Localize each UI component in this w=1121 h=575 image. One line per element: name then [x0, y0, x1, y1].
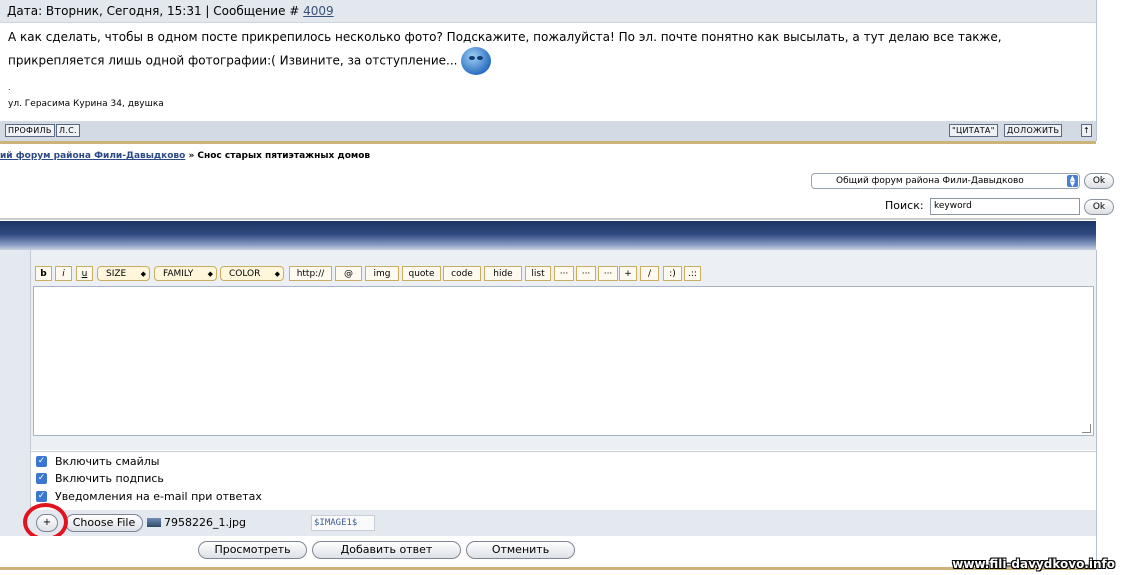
- quote-button[interactable]: "ЦИТАТА": [949, 124, 998, 137]
- italic-button[interactable]: i: [55, 266, 72, 281]
- quote-tag-button[interactable]: quote: [402, 266, 441, 281]
- select-arrows-icon: ◆: [207, 270, 213, 278]
- hide-button[interactable]: hide: [484, 266, 522, 281]
- search-input[interactable]: keyword: [930, 198, 1080, 215]
- email-button[interactable]: @: [335, 266, 362, 281]
- align-right-button[interactable]: ···: [598, 266, 618, 281]
- watermark: www.fili-davydkovo.info: [952, 557, 1115, 571]
- more-button[interactable]: .::: [684, 266, 701, 281]
- select-arrows-icon: ◆: [274, 270, 280, 278]
- pm-button[interactable]: Л.С.: [56, 124, 80, 137]
- message-number-link[interactable]: 4009: [303, 4, 334, 18]
- size-select-label: SIZE: [106, 269, 127, 279]
- post-signature: ул. Герасима Курина 34, двушка: [8, 99, 164, 109]
- divider: [0, 218, 1096, 220]
- reply-form-header: [0, 221, 1096, 250]
- signature-checkbox[interactable]: ✓: [36, 473, 47, 484]
- img-button[interactable]: img: [365, 266, 399, 281]
- align-center-button[interactable]: ···: [576, 266, 596, 281]
- breadcrumb-forum-link[interactable]: ий форум района Фили-Давыдково: [0, 151, 185, 161]
- signature-label: Включить подпись: [55, 472, 164, 485]
- divider: [0, 141, 1096, 144]
- to-top-icon[interactable]: ↑: [1081, 124, 1093, 137]
- choose-file-button[interactable]: Choose File: [65, 514, 143, 532]
- post-footer: ПРОФИЛЬ Л.С. "ЦИТАТА" ДОЛОЖИТЬ ↑: [0, 121, 1096, 141]
- slash-button[interactable]: /: [640, 266, 659, 281]
- post-message: А как сделать, чтобы в одном посте прикр…: [8, 27, 1078, 75]
- family-select-label: FAMILY: [163, 269, 194, 279]
- profile-button[interactable]: ПРОФИЛЬ: [5, 124, 55, 137]
- breadcrumb-topic: Снос старых пятиэтажных домов: [197, 151, 371, 161]
- divider: [0, 567, 1096, 570]
- family-select[interactable]: FAMILY ◆: [154, 266, 217, 281]
- search-ok-button[interactable]: Ok: [1084, 199, 1114, 215]
- sad-smiley-icon: [461, 47, 492, 75]
- bold-button[interactable]: b: [35, 266, 52, 281]
- preview-button[interactable]: Просмотреть: [198, 541, 307, 559]
- smiles-button[interactable]: :): [663, 266, 682, 281]
- smiles-label: Включить смайлы: [55, 455, 160, 468]
- file-name: 7958226_1.jpg: [164, 516, 247, 529]
- notify-label: Уведомления на e-mail при ответах: [55, 490, 262, 503]
- post-date: Дата: Вторник, Сегодня, 15:31 | Сообщени…: [7, 4, 304, 18]
- message-textarea[interactable]: [33, 286, 1094, 436]
- align-left-button[interactable]: ···: [554, 266, 574, 281]
- breadcrumb-separator: »: [185, 151, 198, 161]
- search-label: Поиск:: [885, 199, 924, 212]
- forum-select-value: Общий форум района Фили-Давыдково: [836, 176, 1024, 186]
- size-select[interactable]: SIZE ◆: [97, 266, 150, 281]
- smiles-checkbox[interactable]: ✓: [36, 456, 47, 467]
- cancel-button[interactable]: Отменить: [466, 541, 575, 559]
- select-arrows-icon: ◆: [140, 270, 146, 278]
- notify-checkbox[interactable]: ✓: [36, 491, 47, 502]
- list-button[interactable]: list: [525, 266, 551, 281]
- image-tag-field[interactable]: $IMAGE1$: [311, 515, 375, 531]
- plus-button[interactable]: +: [619, 266, 637, 281]
- post-message-text: А как сделать, чтобы в одном посте прикр…: [8, 30, 1002, 68]
- forum-ok-button[interactable]: Ok: [1084, 173, 1114, 189]
- url-button[interactable]: http://: [289, 266, 332, 281]
- image-file-icon: [147, 518, 161, 527]
- post-header: Дата: Вторник, Сегодня, 15:31 | Сообщени…: [0, 0, 1096, 23]
- submit-reply-button[interactable]: Добавить ответ: [312, 541, 461, 559]
- breadcrumb: ий форум района Фили-Давыдково » Снос ст…: [0, 151, 370, 161]
- color-select-label: COLOR: [229, 269, 261, 279]
- code-button[interactable]: code: [443, 266, 481, 281]
- color-select[interactable]: COLOR ◆: [220, 266, 284, 281]
- underline-button[interactable]: u: [76, 266, 93, 281]
- forum-select[interactable]: Общий форум района Фили-Давыдково ▲ ▼: [811, 173, 1080, 189]
- report-button[interactable]: ДОЛОЖИТЬ: [1004, 124, 1063, 137]
- select-arrows-icon: ▲ ▼: [1067, 175, 1078, 188]
- resize-handle-icon[interactable]: [1082, 424, 1091, 433]
- post-dot: .: [8, 83, 11, 92]
